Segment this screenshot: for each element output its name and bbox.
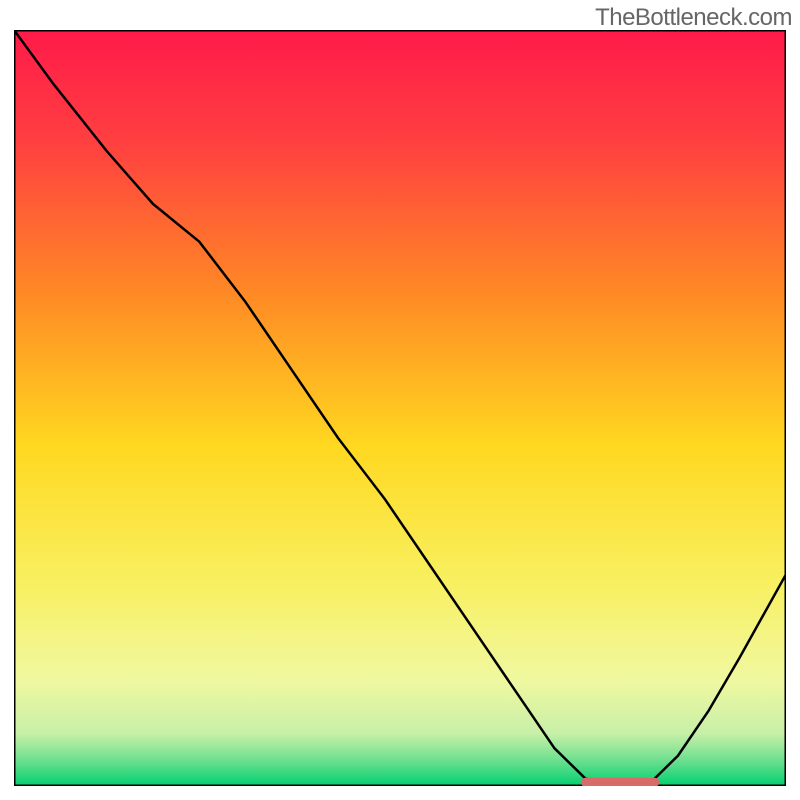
watermark-text: TheBottleneck.com (595, 4, 792, 32)
gradient-background (14, 30, 786, 786)
plot-area (14, 30, 786, 786)
chart-svg (14, 30, 786, 786)
chart-container: TheBottleneck.com (0, 0, 800, 800)
